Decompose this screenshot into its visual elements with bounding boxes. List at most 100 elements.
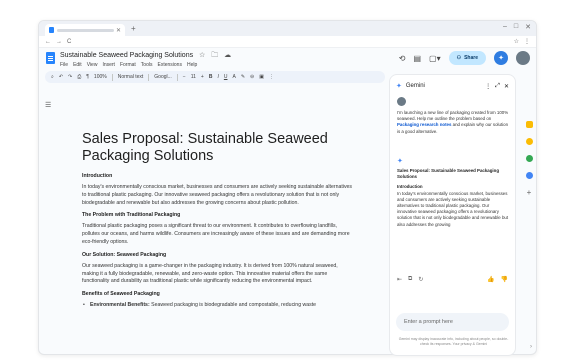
bold-icon[interactable]: B [209, 74, 213, 80]
response-actions: ⇤ ⧉ ↻ 👍 👎 [397, 276, 508, 283]
toolbar-divider [176, 73, 178, 81]
response-title: Sales Proposal: Sustainable Seaweed Pack… [397, 168, 500, 180]
menu-help[interactable]: Help [187, 62, 197, 68]
menu-view[interactable]: View [87, 62, 98, 68]
tab-strip: ✕ + – □ ✕ [39, 21, 536, 36]
underline-icon[interactable]: U [224, 74, 228, 80]
bookmark-star-icon[interactable]: ☆ [514, 38, 519, 45]
docs-header-actions: ⟲ ▤ ▢▾ ⚇ Share ✦ [399, 51, 530, 65]
share-label: Share [464, 55, 478, 61]
tab-title-placeholder [57, 28, 114, 32]
document-body[interactable]: Sales Proposal: Sustainable Seaweed Pack… [82, 131, 352, 310]
paint-format-icon[interactable]: ¶ [86, 74, 89, 80]
regenerate-icon[interactable]: ↻ [418, 276, 423, 283]
minimize-button[interactable]: – [503, 23, 507, 31]
style-select[interactable]: Normal text [118, 74, 144, 80]
browser-tab[interactable]: ✕ [45, 24, 125, 36]
thumbs-down-icon[interactable]: 👎 [501, 276, 508, 283]
browser-nav-bar: ← → C ☆ ⋮ [39, 36, 536, 48]
comments-icon[interactable]: ▤ [413, 54, 421, 63]
highlight-icon[interactable]: ✎ [241, 74, 245, 80]
maximize-button[interactable]: □ [514, 23, 518, 31]
list-item: Environmental Benefits: Seaweed packagin… [82, 302, 352, 310]
close-icon[interactable]: ✕ [504, 83, 509, 90]
menu-format[interactable]: Format [120, 62, 136, 68]
font-size-decrease-icon[interactable]: − [183, 74, 186, 80]
reload-icon[interactable]: C [67, 39, 71, 45]
copy-icon[interactable]: ⧉ [408, 276, 412, 283]
thumbs-up-icon[interactable]: 👍 [487, 276, 494, 283]
insert-icon[interactable]: ⇤ [397, 276, 402, 283]
expand-icon[interactable]: ⤢ [495, 83, 500, 90]
back-icon[interactable]: ← [45, 39, 51, 45]
side-panel-apps: + [522, 117, 536, 354]
user-prompt: I'm launching a new line of packaging cr… [397, 110, 510, 135]
bullet-text: Seaweed packaging is biodegradable and c… [149, 302, 317, 309]
new-tab-button[interactable]: + [131, 24, 136, 33]
zoom-select[interactable]: 100% [94, 74, 107, 80]
meet-icon[interactable]: ▢▾ [429, 54, 441, 63]
menu-file[interactable]: File [60, 62, 68, 68]
gemini-panel: ✦ Gemini ⋮ ⤢ ✕ I'm launching a new line … [389, 74, 516, 356]
document-heading: Sales Proposal: Sustainable Seaweed Pack… [82, 131, 328, 164]
print-icon[interactable]: ⎙ [77, 74, 81, 80]
close-tab-icon[interactable]: ✕ [116, 27, 121, 34]
add-addon-icon[interactable]: + [527, 189, 532, 197]
link-icon[interactable]: ⊖ [250, 74, 254, 80]
redo-icon[interactable]: ↷ [68, 74, 72, 80]
italic-icon[interactable]: I [217, 74, 218, 80]
calendar-icon[interactable] [525, 138, 533, 145]
document-outline-icon[interactable]: ☰ [45, 101, 51, 109]
gemini-response-icon: ✦ [397, 158, 403, 165]
font-select[interactable]: Googl... [154, 74, 172, 80]
gemini-disclaimer: Gemini may display inaccurate info, incl… [398, 337, 509, 346]
comment-icon[interactable]: ▣ [259, 74, 264, 80]
title-icons[interactable]: ☆ 🗀 ☁ [199, 51, 233, 62]
paragraph: Traditional plastic packaging poses a si… [82, 223, 350, 245]
account-avatar[interactable] [516, 51, 530, 65]
gemini-response: Sales Proposal: Sustainable Seaweed Pack… [397, 168, 510, 228]
docs-logo-icon[interactable] [46, 52, 55, 64]
response-fade [390, 231, 515, 247]
bullet-bold: Environmental Benefits: [90, 302, 150, 309]
font-size-input[interactable]: 11 [191, 74, 196, 80]
close-window-button[interactable]: ✕ [525, 23, 531, 31]
file-chip[interactable]: Packaging research notes [397, 122, 451, 127]
prompt-input[interactable]: Enter a prompt here [396, 313, 509, 331]
gemini-toggle-button[interactable]: ✦ [494, 51, 508, 65]
gemini-header: ✦ Gemini ⋮ ⤢ ✕ [396, 82, 509, 91]
docs-header: Sustainable Seaweed Packaging Solutions … [39, 48, 536, 70]
user-avatar [397, 97, 406, 106]
undo-icon[interactable]: ↶ [59, 74, 63, 80]
prompt-text: I'm launching a new line of packaging cr… [397, 110, 509, 122]
contacts-icon[interactable] [525, 155, 533, 162]
menu-insert[interactable]: Insert [102, 62, 115, 68]
docs-favicon-icon [49, 27, 54, 33]
gemini-title: Gemini [405, 83, 425, 89]
collapse-side-panel-icon[interactable]: › [530, 344, 532, 350]
more-options-icon[interactable]: ⋮ [269, 74, 274, 80]
toolbar-divider [148, 73, 150, 81]
window-controls: – □ ✕ [503, 23, 531, 31]
maps-icon[interactable] [525, 172, 533, 179]
section-heading: Benefits of Seaweed Packaging [82, 291, 160, 298]
menu-tools[interactable]: Tools [141, 62, 153, 68]
section-heading: The Problem with Traditional Packaging [82, 212, 181, 219]
document-title[interactable]: Sustainable Seaweed Packaging Solutions [60, 52, 193, 59]
forward-icon[interactable]: → [56, 39, 62, 45]
browser-menu-icon[interactable]: ⋮ [524, 38, 530, 45]
gemini-menu-icon[interactable]: ⋮ [485, 83, 491, 90]
response-text: In today's environmentally conscious mar… [397, 190, 509, 227]
share-button[interactable]: ⚇ Share [448, 51, 486, 65]
paragraph: In today's environmentally conscious mar… [82, 184, 353, 206]
menu-edit[interactable]: Edit [73, 62, 82, 68]
paragraph: Our seaweed packaging is a game-changer … [82, 262, 338, 285]
history-icon[interactable]: ⟲ [399, 54, 406, 63]
font-size-increase-icon[interactable]: + [201, 74, 204, 80]
formatting-toolbar: ⌕ ↶ ↷ ⎙ ¶ 100% Normal text Googl... − 11… [45, 71, 385, 83]
menu-extensions[interactable]: Extensions [157, 62, 181, 68]
keep-icon[interactable] [525, 121, 533, 128]
search-menus-icon[interactable]: ⌕ [51, 74, 54, 80]
text-color-icon[interactable]: A [232, 74, 235, 80]
